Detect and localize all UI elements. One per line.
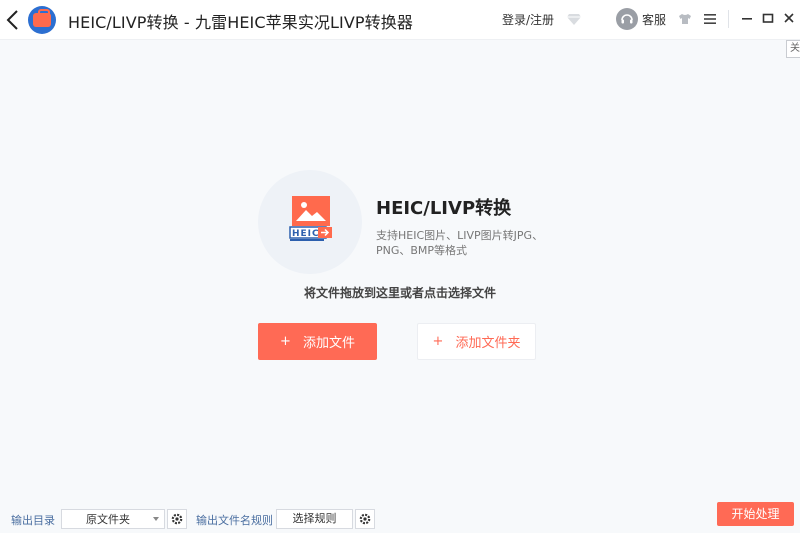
login-register-link[interactable]: 登录/注册 (502, 11, 554, 28)
close-tooltip: 关闭 (786, 40, 800, 58)
naming-rule-label: 输出文件名规则 (196, 514, 273, 527)
start-processing-button[interactable]: 开始处理 (717, 502, 794, 526)
headset-icon (621, 14, 633, 24)
heic-icon-label: HEIC (292, 229, 320, 239)
add-file-label: 添加文件 (302, 336, 355, 351)
menu-icon[interactable] (703, 12, 717, 26)
plus-icon: + (280, 334, 291, 349)
window-title: HEIC/LIVP转换 - 九雷HEIC苹果实况LIVP转换器 (68, 13, 413, 32)
back-button[interactable] (4, 8, 22, 32)
add-folder-label: 添加文件夹 (455, 336, 521, 351)
add-folder-button[interactable]: + 添加文件夹 (417, 323, 536, 360)
caret-down-icon (153, 517, 159, 521)
close-icon[interactable] (782, 11, 796, 25)
feature-title: HEIC/LIVP转换 (376, 198, 512, 219)
minimize-icon[interactable] (740, 11, 754, 25)
gear-icon (171, 513, 183, 525)
output-dir-value: 原文件夹 (86, 513, 130, 526)
output-dir-settings-button[interactable] (167, 509, 187, 529)
maximize-icon[interactable] (761, 11, 775, 25)
plus-icon: + (432, 334, 444, 349)
add-file-button[interactable]: + 添加文件 (258, 323, 377, 360)
gear-icon (359, 513, 371, 525)
heic-image-icon: HEIC (289, 196, 332, 241)
avatar[interactable] (616, 8, 638, 30)
feature-description: 支持HEIC图片、LIVP图片转JPG、PNG、BMP等格式 (376, 229, 544, 257)
app-logo (28, 6, 56, 34)
title-bar: HEIC/LIVP转换 - 九雷HEIC苹果实况LIVP转换器 登录/注册 客服 (0, 0, 800, 40)
skin-shirt-icon[interactable] (678, 12, 692, 26)
output-dir-label: 输出目录 (11, 514, 55, 527)
chevron-left-icon (6, 10, 18, 30)
output-dir-select[interactable]: 原文件夹 (61, 509, 165, 529)
toolbox-icon (33, 9, 51, 27)
customer-service-label[interactable]: 客服 (642, 11, 666, 28)
titlebar-separator (728, 10, 729, 28)
drop-hint[interactable]: 将文件拖放到这里或者点击选择文件 (0, 284, 800, 301)
choose-rule-button[interactable]: 选择规则 (276, 509, 353, 529)
naming-rule-settings-button[interactable] (355, 509, 375, 529)
diamond-icon[interactable] (566, 11, 582, 27)
